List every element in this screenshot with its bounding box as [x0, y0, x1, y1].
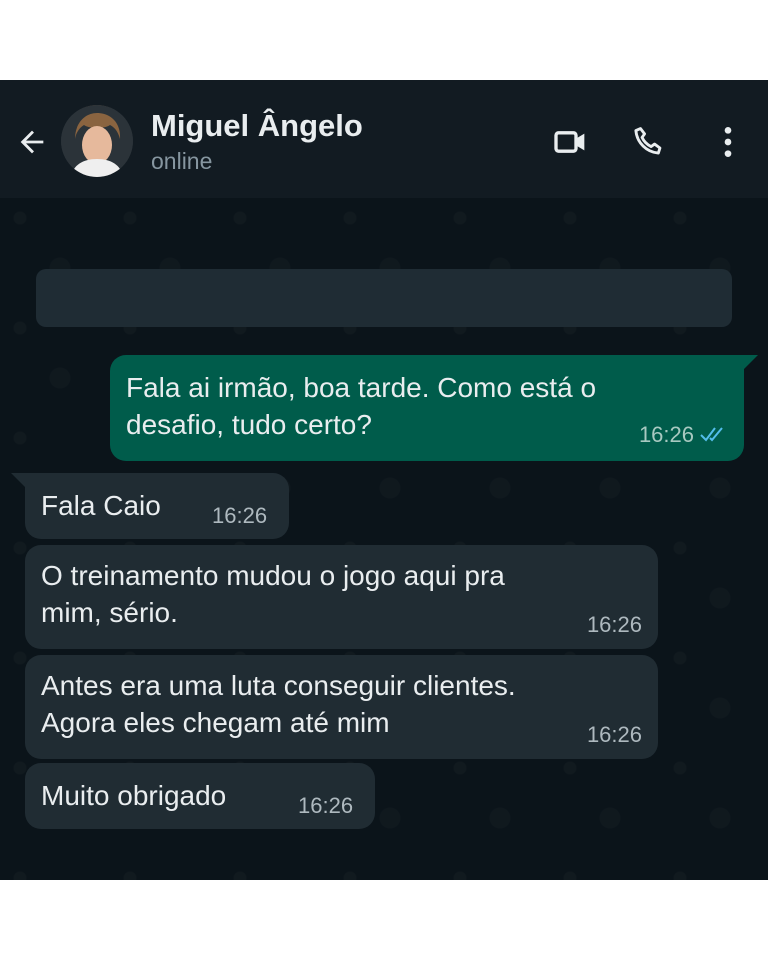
- message-time: 16:26: [298, 793, 354, 818]
- message-incoming[interactable]: Fala Caio 16:26: [25, 473, 289, 539]
- bubble-tail: [11, 473, 25, 487]
- phone-icon: [634, 127, 662, 155]
- message-text-line: desafio, tudo certo?: [126, 409, 372, 440]
- message-text-line: Muito obrigado: [41, 780, 227, 811]
- bubble-tail: [744, 355, 758, 369]
- message-incoming[interactable]: O treinamento mudou o jogo aqui pra mim,…: [25, 545, 658, 649]
- message-text-line: O treinamento mudou o jogo aqui pra: [41, 560, 505, 591]
- back-arrow-icon: [20, 130, 44, 154]
- chat-header: Miguel Ângelo online: [0, 80, 768, 198]
- message-time: 16:26: [586, 612, 642, 637]
- video-call-icon: [554, 131, 585, 153]
- message-time: 16:26: [586, 722, 642, 747]
- message-text-line: Agora eles chegam até mim: [41, 707, 390, 738]
- message-text-line: Fala ai irmão, boa tarde. Como está o: [126, 372, 597, 403]
- message-incoming[interactable]: Muito obrigado 16:26: [25, 763, 375, 829]
- contact-name[interactable]: Miguel Ângelo: [151, 108, 363, 144]
- message-text-line: Antes era uma luta conseguir clientes.: [41, 670, 516, 701]
- message-text-line: mim, sério.: [41, 597, 178, 628]
- chat-screen: Miguel Ângelo online Fala ai irmão, boa …: [0, 80, 768, 880]
- message-incoming[interactable]: Antes era uma luta conseguir clientes. A…: [25, 655, 658, 759]
- video-call-button[interactable]: [549, 120, 593, 164]
- message-text-line: Fala Caio: [41, 490, 161, 521]
- back-button[interactable]: [12, 122, 52, 162]
- more-options-button[interactable]: [706, 120, 750, 164]
- message-outgoing[interactable]: Fala ai irmão, boa tarde. Como está o de…: [110, 355, 744, 461]
- avatar[interactable]: [61, 105, 133, 177]
- contact-status: online: [151, 148, 213, 174]
- more-vertical-icon: [724, 127, 732, 157]
- date-banner: [36, 269, 732, 327]
- message-time: 16:26: [638, 422, 694, 447]
- message-time: 16:26: [212, 503, 268, 528]
- voice-call-button[interactable]: [627, 120, 671, 164]
- double-check-icon: [700, 427, 723, 442]
